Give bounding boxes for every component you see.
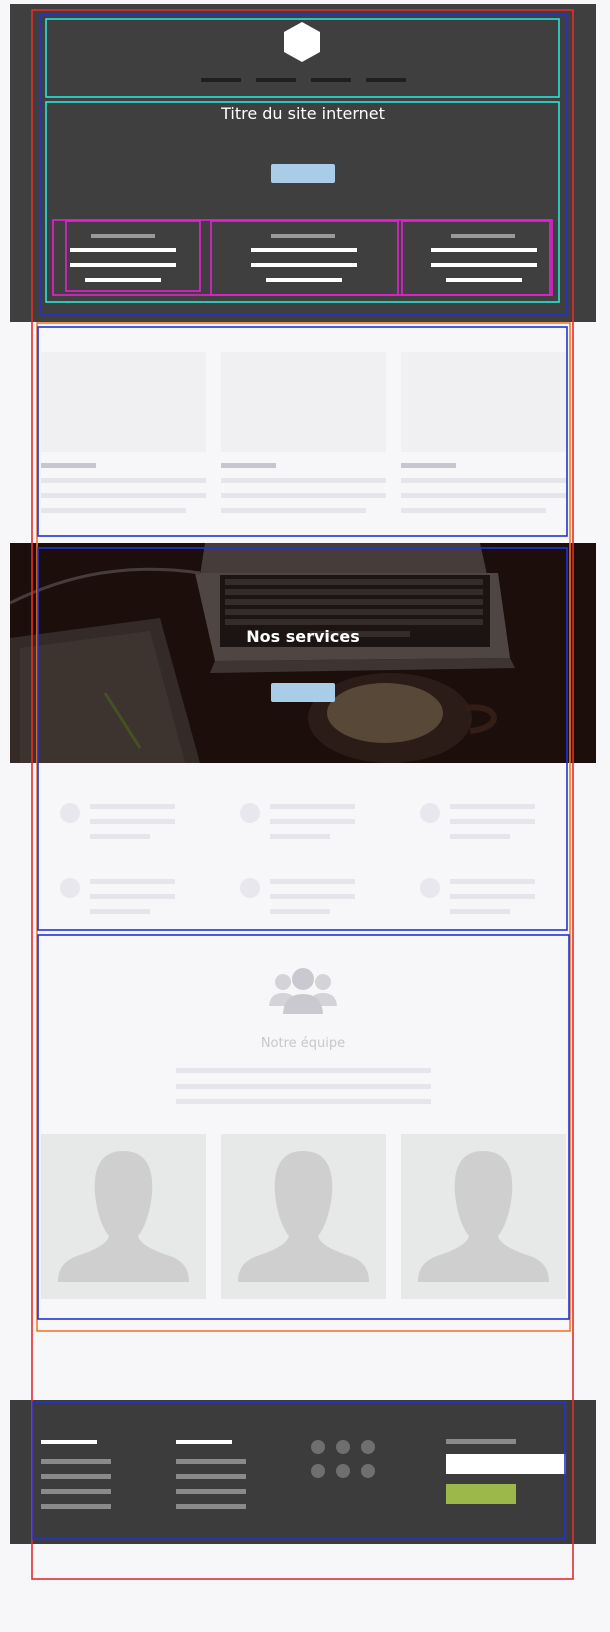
team-member-card[interactable] — [221, 1134, 386, 1299]
team-member-card[interactable] — [41, 1134, 206, 1299]
card-line — [221, 493, 386, 498]
service-line — [90, 834, 150, 839]
feature-line — [251, 263, 357, 267]
service-icon — [240, 878, 260, 898]
service-line — [450, 804, 535, 809]
feature-line — [251, 248, 357, 252]
service-line — [270, 804, 355, 809]
service-icon — [420, 878, 440, 898]
service-line — [270, 879, 355, 884]
team-desc-line — [176, 1084, 431, 1089]
team-group-icon — [269, 968, 337, 1014]
card-line — [401, 493, 566, 498]
footer-link[interactable] — [41, 1459, 111, 1464]
service-line — [450, 894, 535, 899]
social-icon[interactable] — [361, 1464, 375, 1478]
footer-link[interactable] — [176, 1474, 246, 1479]
service-icon — [60, 803, 80, 823]
card-line — [41, 508, 186, 513]
nav-item-4[interactable] — [366, 78, 406, 82]
card-line — [221, 508, 366, 513]
nav-item-1[interactable] — [201, 78, 241, 82]
services-cta-button[interactable] — [271, 683, 335, 702]
card-image-1[interactable] — [41, 352, 206, 452]
feature-line — [70, 248, 176, 252]
footer-link[interactable] — [41, 1504, 111, 1509]
footer-link[interactable] — [41, 1474, 111, 1479]
service-line — [270, 909, 330, 914]
team-member-card[interactable] — [401, 1134, 566, 1299]
footer-link[interactable] — [41, 1489, 111, 1494]
service-line — [450, 879, 535, 884]
footer-column-title — [176, 1440, 232, 1444]
footer-link[interactable] — [176, 1459, 246, 1464]
service-icon — [420, 803, 440, 823]
footer-link[interactable] — [176, 1504, 246, 1509]
social-icon[interactable] — [336, 1440, 350, 1454]
service-line — [90, 804, 175, 809]
newsletter-email-input[interactable] — [446, 1454, 566, 1474]
service-line — [270, 819, 355, 824]
footer-link[interactable] — [176, 1489, 246, 1494]
services-title: Nos services — [246, 627, 360, 646]
feature-line — [70, 263, 176, 267]
card-image-3[interactable] — [401, 352, 566, 452]
service-icon — [60, 878, 80, 898]
card-line — [221, 478, 386, 483]
footer-column-title — [41, 1440, 97, 1444]
subscribe-button[interactable] — [446, 1484, 516, 1504]
service-line — [90, 909, 150, 914]
newsletter-label — [446, 1439, 516, 1444]
social-icon[interactable] — [311, 1440, 325, 1454]
service-icon — [240, 803, 260, 823]
card-line — [401, 478, 566, 483]
services-banner — [10, 543, 596, 763]
feature-line — [431, 263, 537, 267]
service-line — [90, 894, 175, 899]
feature-title — [451, 234, 515, 238]
card-line — [401, 508, 546, 513]
service-line — [270, 894, 355, 899]
service-line — [270, 834, 330, 839]
card-line — [41, 493, 206, 498]
feature-title — [271, 234, 335, 238]
nav-item-2[interactable] — [256, 78, 296, 82]
service-line — [450, 909, 510, 914]
nav-item-3[interactable] — [311, 78, 351, 82]
service-line — [450, 834, 510, 839]
avatar-placeholder-icon — [238, 1151, 369, 1282]
desk-photo-background — [10, 543, 596, 763]
card-title — [401, 463, 456, 468]
service-line — [90, 879, 175, 884]
card-title — [41, 463, 96, 468]
social-icon[interactable] — [336, 1464, 350, 1478]
hexagon-logo-icon[interactable] — [280, 20, 324, 64]
team-title: Notre équipe — [260, 1036, 346, 1051]
card-line — [41, 478, 206, 483]
hero-cta-button[interactable] — [271, 164, 335, 183]
feature-line — [85, 278, 161, 282]
card-title — [221, 463, 276, 468]
team-desc-line — [176, 1068, 431, 1073]
avatar-placeholder-icon — [58, 1151, 189, 1282]
service-line — [450, 819, 535, 824]
team-desc-line — [176, 1099, 431, 1104]
feature-line — [266, 278, 342, 282]
site-title: Titre du site internet — [221, 104, 385, 123]
feature-title — [91, 234, 155, 238]
service-line — [90, 819, 175, 824]
feature-line — [431, 248, 537, 252]
card-image-2[interactable] — [221, 352, 386, 452]
social-icon[interactable] — [361, 1440, 375, 1454]
feature-line — [446, 278, 522, 282]
avatar-placeholder-icon — [418, 1151, 549, 1282]
social-icon[interactable] — [311, 1464, 325, 1478]
